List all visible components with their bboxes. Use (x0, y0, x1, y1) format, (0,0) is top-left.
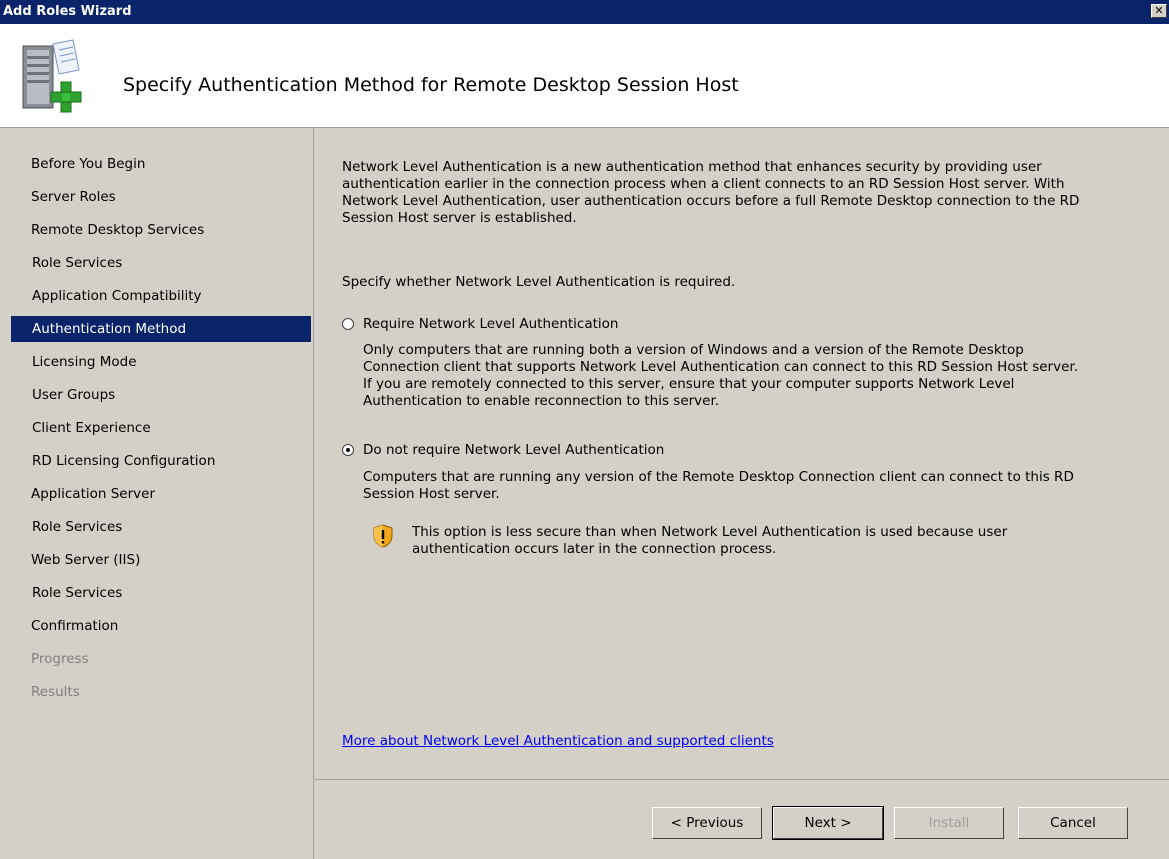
nav-item[interactable]: Results (11, 679, 311, 705)
desc-line: Only computers that are running both a v… (363, 342, 1024, 358)
option2-description: Computers that are running any version o… (363, 469, 1074, 503)
radio-label[interactable]: Require Network Level Authentication (363, 316, 619, 332)
option1-description: Only computers that are running both a v… (363, 342, 1078, 410)
cancel-button[interactable]: Cancel (1018, 807, 1128, 839)
intro-paragraph: Network Level Authentication is a new au… (342, 159, 1079, 227)
install-button[interactable]: Install (894, 807, 1004, 839)
nav-item[interactable]: Application Server (11, 481, 311, 507)
warning-text: This option is less secure than when Net… (412, 524, 1007, 558)
nav-item[interactable]: Role Services (11, 250, 311, 276)
intro-line: Network Level Authentication, user authe… (342, 193, 1080, 209)
close-icon: ✕ (1154, 4, 1164, 17)
wizard-steps-nav: Before You Begin Server Roles Remote Deskt… (0, 128, 314, 859)
nav-item[interactable]: Role Services (11, 514, 311, 540)
nav-item[interactable]: Confirmation (11, 613, 311, 639)
previous-button[interactable]: < Previous (652, 807, 762, 839)
intro-line: authentication earlier in the connection… (342, 176, 1065, 192)
radio-button[interactable] (342, 444, 354, 456)
close-button[interactable]: ✕ (1151, 4, 1167, 18)
next-button[interactable]: Next > (772, 806, 884, 840)
radio-label[interactable]: Do not require Network Level Authenticat… (363, 442, 664, 458)
more-info-link[interactable]: More about Network Level Authentication … (342, 733, 774, 749)
wizard-header: Specify Authentication Method for Remote… (0, 24, 1169, 128)
nav-item[interactable]: Role Services (11, 580, 311, 606)
page-title: Specify Authentication Method for Remote… (123, 74, 739, 96)
server-add-icon (22, 39, 82, 113)
desc-line: If you are remotely connected to this se… (363, 376, 1015, 392)
nav-item[interactable]: Before You Begin (11, 151, 311, 177)
desc-line: Session Host server. (363, 486, 500, 502)
desc-line: Authentication to enable reconnection to… (363, 393, 720, 409)
intro-line: Session Host server is established. (342, 210, 577, 226)
desc-line: Connection client that supports Network … (363, 359, 1078, 375)
main-content: Network Level Authentication is a new au… (315, 128, 1169, 779)
nav-item[interactable]: Remote Desktop Services (11, 217, 311, 243)
warning-line: This option is less secure than when Net… (412, 524, 1008, 540)
warning-line: authentication occurs later in the conne… (412, 541, 777, 557)
nav-item[interactable]: Web Server (IIS) (11, 547, 311, 573)
window-title: Add Roles Wizard (3, 4, 132, 19)
nav-item[interactable]: Client Experience (11, 415, 311, 441)
nav-item[interactable]: User Groups (11, 382, 311, 408)
nav-item[interactable]: Application Compatibility (11, 283, 311, 309)
nav-item[interactable]: Authentication Method (11, 316, 311, 342)
desc-line: Computers that are running any version o… (363, 469, 1074, 485)
nav-item[interactable]: Server Roles (11, 184, 311, 210)
nav-item[interactable]: Progress (11, 646, 311, 672)
shield-warning-icon (373, 524, 393, 548)
button-bar: < Previous Next > Install Cancel (315, 779, 1169, 859)
radio-button[interactable] (342, 318, 354, 330)
intro-line: Network Level Authentication is a new au… (342, 159, 1042, 175)
nav-item[interactable]: Licensing Mode (11, 349, 311, 375)
title-bar: Add Roles Wizard ✕ (0, 0, 1169, 24)
prompt-text: Specify whether Network Level Authentica… (342, 274, 736, 290)
nav-item[interactable]: RD Licensing Configuration (11, 448, 311, 474)
